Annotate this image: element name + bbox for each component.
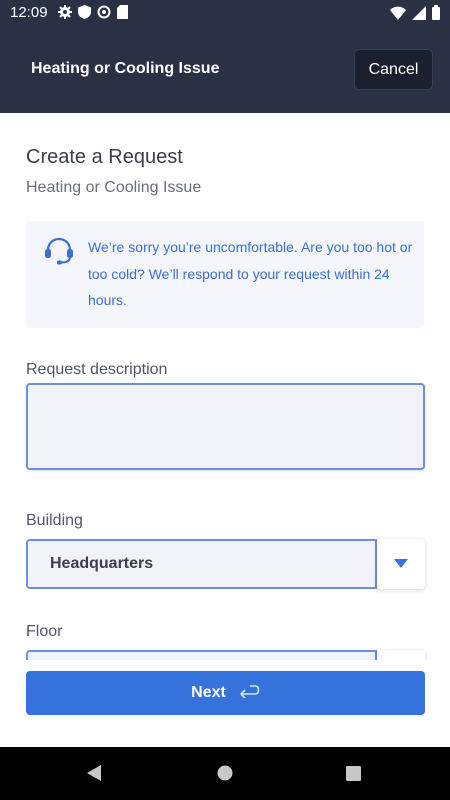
recents-icon[interactable] xyxy=(346,766,361,786)
next-button[interactable]: Next xyxy=(26,671,425,715)
page-subtitle: Heating or Cooling Issue xyxy=(26,179,202,196)
request-description-input[interactable] xyxy=(26,383,425,470)
status-bar: 12:09 xyxy=(0,0,450,26)
system-nav-bar xyxy=(0,747,450,800)
cancel-button[interactable]: Cancel xyxy=(354,49,433,90)
battery-icon xyxy=(432,5,440,20)
signal-icon xyxy=(412,5,426,20)
building-select[interactable]: Headquarters xyxy=(26,539,377,589)
settings-icon xyxy=(58,5,72,19)
chevron-down-icon xyxy=(394,559,408,568)
description-label: Request description xyxy=(26,361,168,378)
return-arrow-icon xyxy=(238,684,260,703)
app-bar-title: Heating or Cooling Issue xyxy=(31,60,220,77)
page-title: Create a Request xyxy=(26,146,183,168)
bottom-action-panel: Next xyxy=(0,660,450,747)
next-button-label: Next xyxy=(191,684,226,701)
vpn-icon xyxy=(97,5,111,19)
status-right-icons xyxy=(390,5,440,20)
wifi-icon xyxy=(390,6,406,20)
home-icon[interactable] xyxy=(217,765,233,786)
info-text: We’re sorry you’re uncomfortable. Are yo… xyxy=(88,239,413,308)
status-left-icons xyxy=(58,5,128,19)
building-dropdown-button[interactable] xyxy=(377,539,425,589)
app-bar: Heating or Cooling Issue Cancel xyxy=(0,26,450,113)
sd-card-icon xyxy=(117,5,128,19)
status-time: 12:09 xyxy=(10,4,48,21)
floor-label: Floor xyxy=(26,623,63,640)
info-banner: We’re sorry you’re uncomfortable. Are yo… xyxy=(26,221,424,328)
request-form: Create a Request Heating or Cooling Issu… xyxy=(0,113,450,747)
shield-icon xyxy=(78,5,91,19)
building-label: Building xyxy=(26,512,83,529)
headset-icon xyxy=(44,237,74,270)
back-icon[interactable] xyxy=(86,765,102,786)
building-select-value: Headquarters xyxy=(50,555,154,572)
